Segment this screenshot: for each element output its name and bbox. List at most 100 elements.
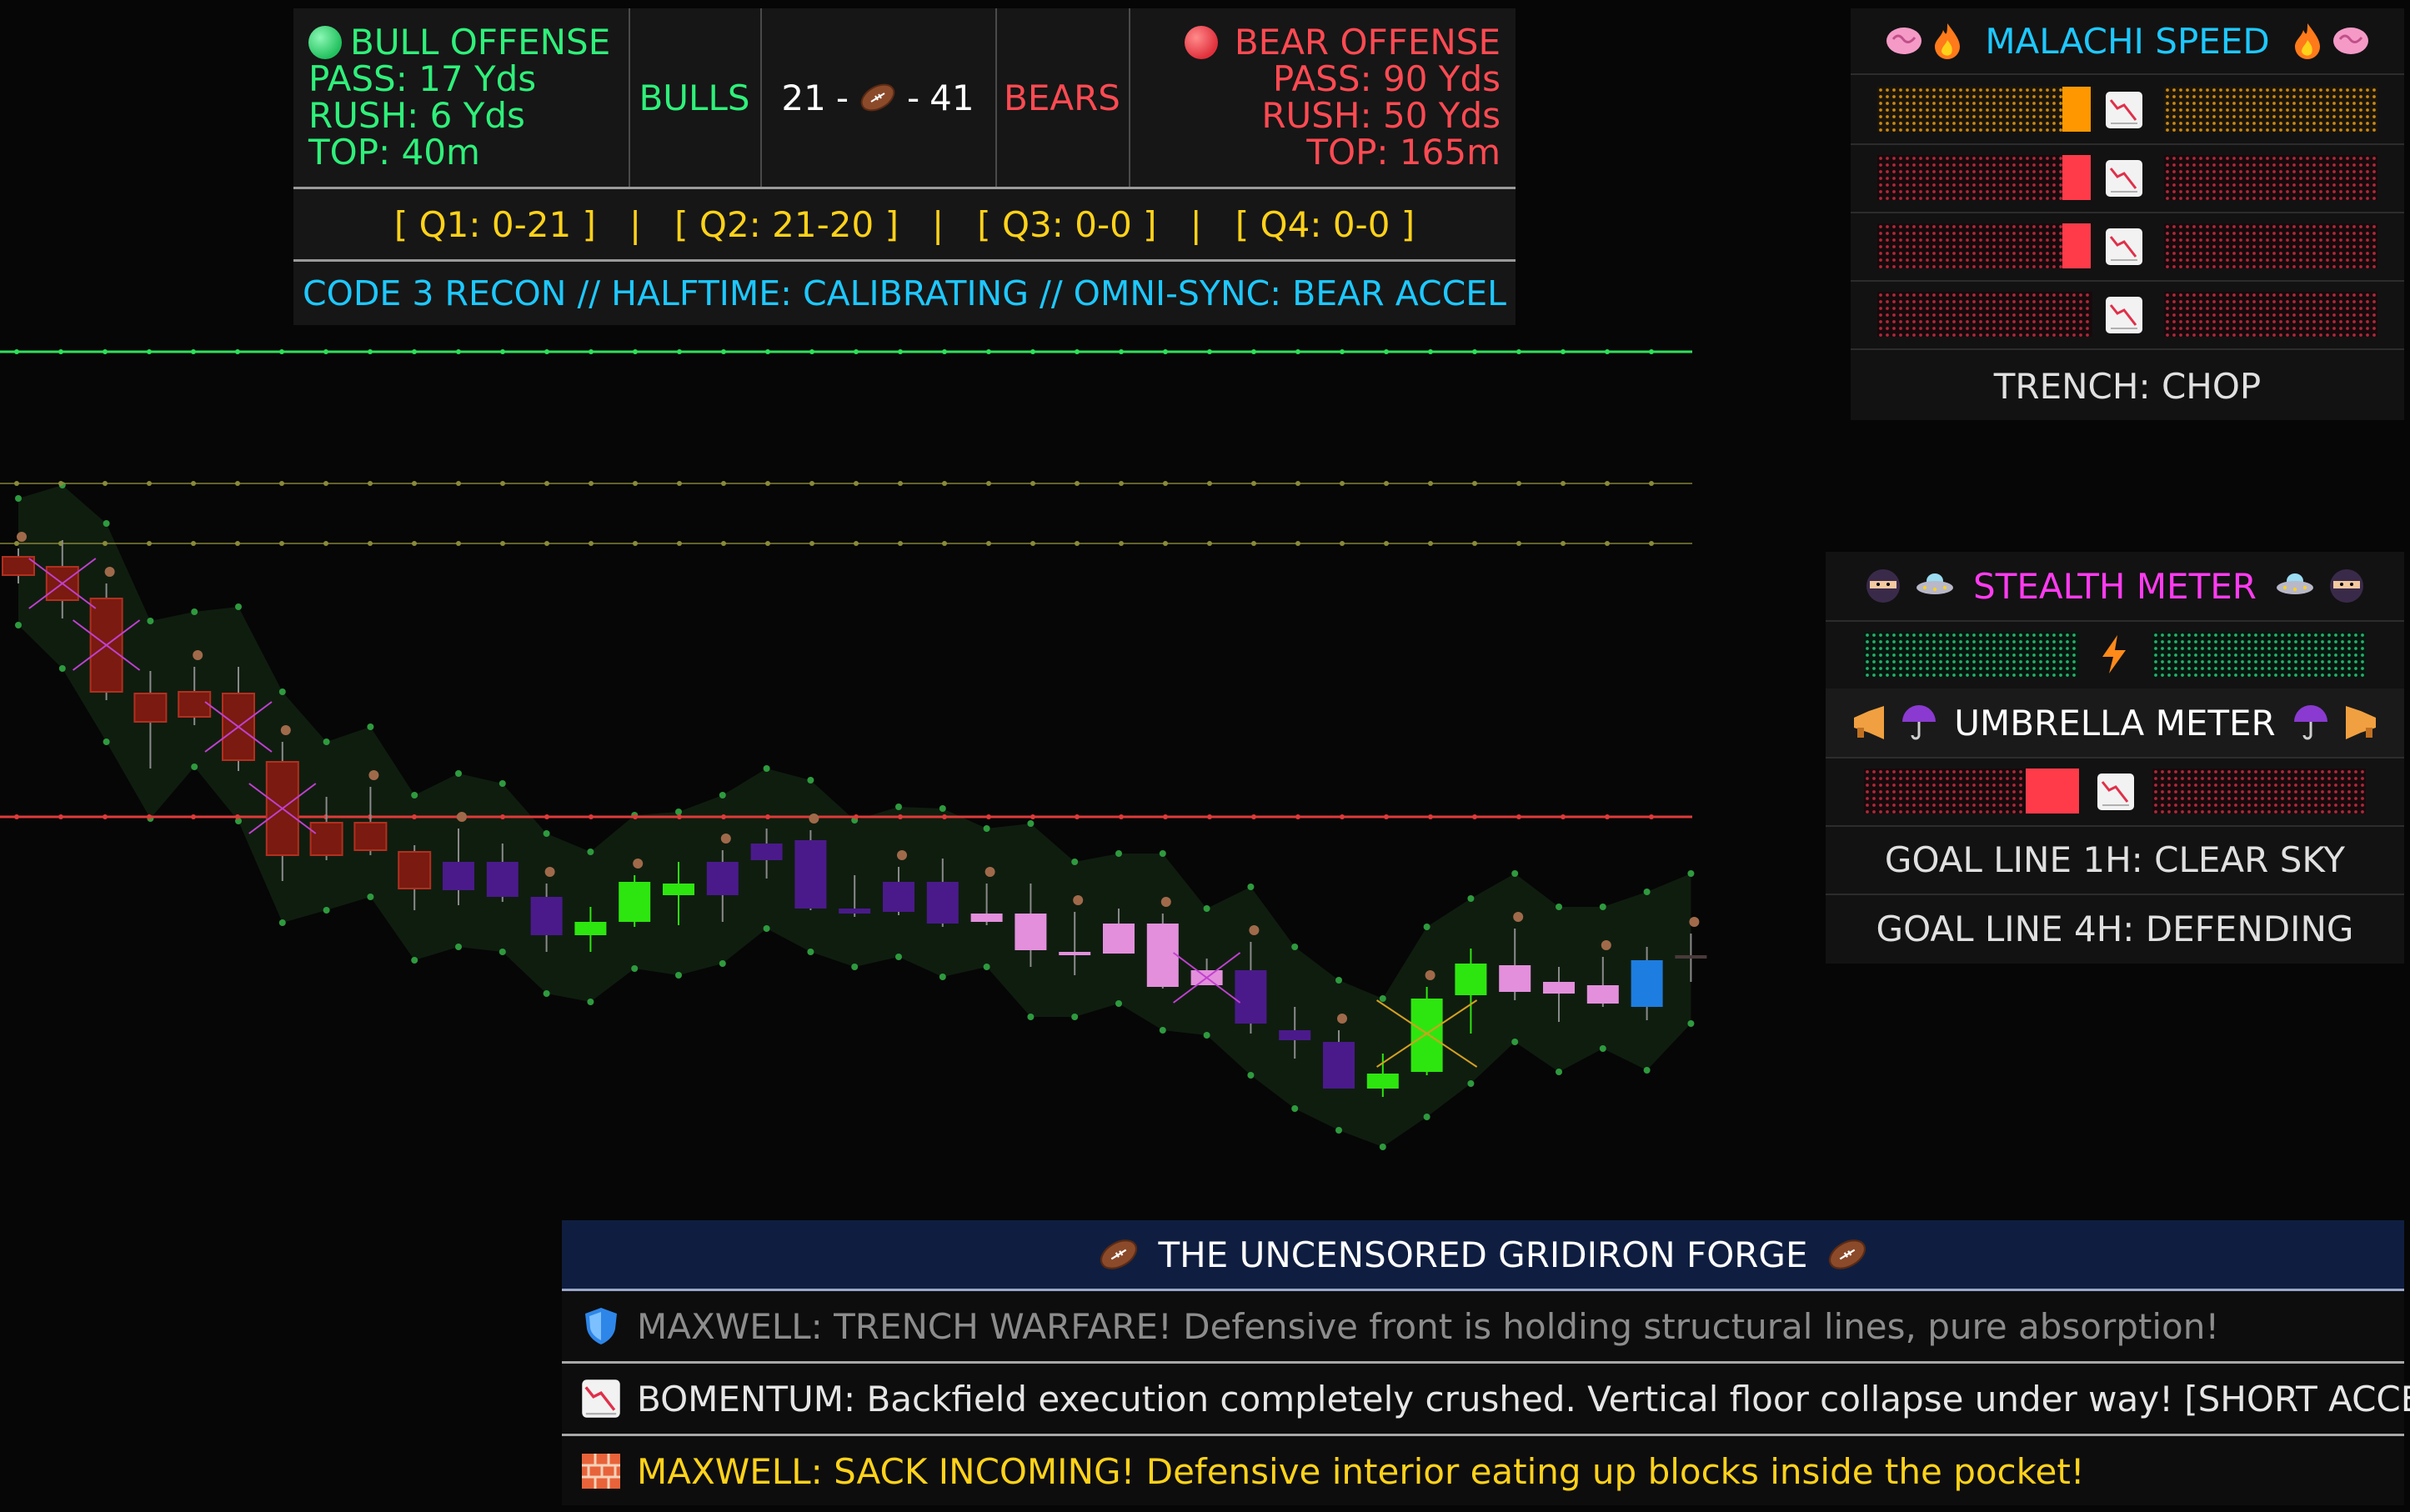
speed-right-bar xyxy=(2164,292,2377,337)
candle-body xyxy=(398,851,432,889)
channel-lower-dot xyxy=(1379,1144,1386,1150)
candle-body xyxy=(1543,982,1575,994)
forge-title: THE UNCENSORED GRIDIRON FORGE xyxy=(1158,1234,1808,1275)
scoreboard: BULL OFFENSE PASS: 17 Yds RUSH: 6 Yds TO… xyxy=(293,8,1516,325)
speed-panel-title: MALACHI SPEED xyxy=(1985,20,2270,62)
candle-body xyxy=(663,884,694,895)
speed-row xyxy=(1851,212,2404,282)
bear-rush: RUSH: 50 Yds xyxy=(1261,95,1501,136)
channel-upper-dot xyxy=(1159,850,1166,857)
level-dot xyxy=(1516,541,1521,546)
chart-down-icon xyxy=(2106,228,2142,265)
channel-lower-dot xyxy=(719,960,726,967)
level-dot xyxy=(589,541,594,546)
speed-row xyxy=(1851,143,2404,213)
channel-lower-dot xyxy=(499,949,506,955)
fire-icon xyxy=(1935,23,1961,59)
level-dot xyxy=(103,481,108,486)
forge-entry-text: MAXWELL: SACK INCOMING! Defensive interi… xyxy=(637,1450,2085,1492)
channel-lower-dot xyxy=(455,944,462,950)
level-dot xyxy=(721,349,726,354)
football-marker xyxy=(1601,940,1611,950)
level-dot xyxy=(323,481,328,486)
channel-lower-dot xyxy=(1115,1000,1122,1007)
red-circle-icon xyxy=(1184,26,1218,59)
level-dot xyxy=(721,541,726,546)
stealth-meter-row xyxy=(1826,620,2404,690)
level-dot xyxy=(103,349,108,354)
umbrella-meter-row xyxy=(1826,757,2404,827)
level-dot xyxy=(58,349,63,354)
brick-icon xyxy=(582,1454,620,1489)
level-dot xyxy=(1428,349,1433,354)
forge-entry: MAXWELL: TRENCH WARFARE! Defensive front… xyxy=(562,1291,2404,1364)
bear-offense-title: BEAR OFFENSE xyxy=(1234,22,1501,63)
candle-body xyxy=(1146,924,1179,987)
level-dot xyxy=(677,349,682,354)
candle-body xyxy=(486,862,519,897)
level-dot xyxy=(1472,349,1477,354)
forge-entry-text: BOMENTUM: Backfield execution completely… xyxy=(637,1378,2410,1419)
level-dot xyxy=(1384,541,1389,546)
candle-body xyxy=(1586,985,1619,1004)
level-dot xyxy=(103,814,108,819)
level-dot xyxy=(854,481,859,486)
bear-score: 41 xyxy=(929,77,975,118)
channel-upper-dot xyxy=(499,780,506,787)
speed-panel: MALACHI SPEED TRENCH: CHOP xyxy=(1851,8,2404,420)
price-chart[interactable] xyxy=(0,317,1751,1150)
goal-line-4h-row: GOAL LINE 4H: DEFENDING xyxy=(1826,894,2404,964)
ninja-icon xyxy=(1866,569,1901,603)
level-dot xyxy=(589,814,594,819)
level-dot xyxy=(1561,541,1566,546)
level-dot xyxy=(986,814,991,819)
ufo-icon xyxy=(2276,573,2313,594)
speed-right-bar xyxy=(2164,87,2377,132)
score-separator-left: - xyxy=(835,77,849,118)
channel-lower-dot xyxy=(1643,1067,1651,1074)
channel-upper-dot xyxy=(367,723,374,730)
level-dot xyxy=(14,349,19,354)
speed-right-bar xyxy=(2164,223,2377,268)
level-dot xyxy=(544,541,549,546)
level-dot xyxy=(1649,814,1654,819)
level-dot xyxy=(1207,349,1212,354)
level-dot xyxy=(58,481,63,486)
level-dot xyxy=(279,481,284,486)
candle-body xyxy=(1455,964,1487,995)
level-dot xyxy=(765,541,770,546)
football-marker xyxy=(368,770,379,780)
level-dot xyxy=(854,541,859,546)
level-dot xyxy=(544,814,549,819)
candle-body xyxy=(926,882,959,924)
candle-body xyxy=(1279,1030,1311,1040)
level-dot xyxy=(368,481,373,486)
level-dot xyxy=(1340,814,1345,819)
speed-row xyxy=(1851,280,2404,350)
level-dot xyxy=(633,541,638,546)
channel-lower-dot xyxy=(983,964,990,970)
forge-entry: BOMENTUM: Backfield execution completely… xyxy=(562,1364,2410,1436)
goal-line-1h-row: GOAL LINE 1H: CLEAR SKY xyxy=(1826,825,2404,895)
candle-body xyxy=(750,844,783,860)
channel-upper-dot xyxy=(983,825,990,832)
score-block: 21 - - 41 xyxy=(760,8,997,187)
umbrella-meter-title: UMBRELLA METER xyxy=(1954,702,2276,743)
channel-upper-dot xyxy=(191,608,198,615)
ufo-icon xyxy=(1916,573,1954,594)
level-dot xyxy=(986,541,991,546)
football-marker xyxy=(193,650,203,660)
channel-upper-dot xyxy=(763,765,770,772)
channel-upper-dot xyxy=(543,830,550,837)
level-dot xyxy=(103,541,108,546)
level-dot xyxy=(1649,541,1654,546)
channel-upper-dot xyxy=(278,688,286,695)
level-dot xyxy=(1251,814,1256,819)
channel-lower-dot xyxy=(15,622,22,628)
level-dot xyxy=(942,814,947,819)
level-dot xyxy=(1119,541,1124,546)
level-dot xyxy=(1340,349,1345,354)
channel-upper-dot xyxy=(1379,995,1386,1002)
megaphone-icon xyxy=(1854,706,1885,739)
level-dot xyxy=(191,481,196,486)
